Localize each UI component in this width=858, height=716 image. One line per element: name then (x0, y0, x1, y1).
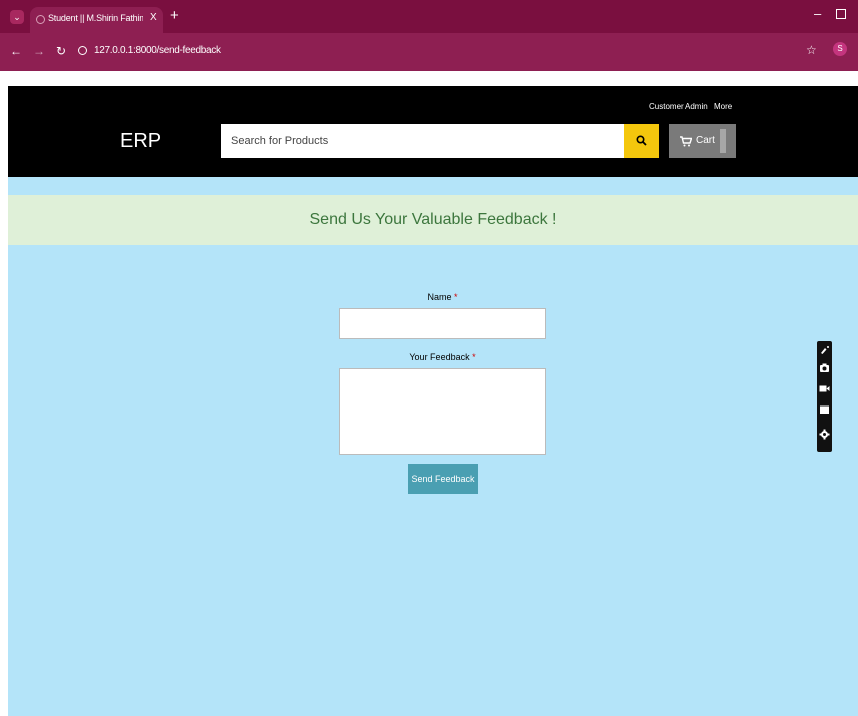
minimize-icon[interactable]: – (814, 6, 821, 21)
bookmark-star-icon[interactable]: ☆ (806, 43, 817, 57)
address-bar[interactable]: 127.0.0.1:8000/send-feedback (94, 45, 221, 56)
feedback-textarea[interactable] (339, 368, 546, 455)
reload-icon[interactable]: ↻ (56, 44, 66, 58)
forward-icon[interactable]: → (33, 44, 45, 58)
browser-tab[interactable]: Student || M.Shirin Fathima Scr X (30, 7, 163, 33)
tab-title: Student || M.Shirin Fathima Scr (48, 13, 143, 23)
search-input[interactable] (221, 124, 624, 158)
side-toolbar (817, 341, 832, 452)
restore-icon[interactable] (836, 9, 846, 19)
video-icon[interactable] (819, 383, 830, 394)
search-button[interactable] (624, 124, 659, 158)
brush-icon[interactable] (819, 344, 830, 355)
cart-icon (680, 136, 692, 147)
site-info-icon[interactable] (78, 46, 87, 55)
cart-count-badge (720, 129, 726, 153)
name-input[interactable] (339, 308, 546, 339)
send-feedback-button[interactable]: Send Feedback (408, 464, 478, 494)
tab-close-icon[interactable]: X (150, 12, 157, 23)
required-marker: * (472, 352, 476, 362)
nav-link-more[interactable]: More (714, 102, 732, 111)
nav-link-customer[interactable]: Customer (649, 102, 684, 111)
page-title: Send Us Your Valuable Feedback ! (309, 211, 557, 228)
nav-link-admin[interactable]: Admin (685, 102, 708, 111)
profile-avatar[interactable]: S (833, 42, 847, 56)
feedback-label-text: Your Feedback (409, 352, 470, 362)
cart-button[interactable]: Cart (669, 124, 736, 158)
required-marker: * (454, 292, 458, 302)
window-icon[interactable] (819, 404, 830, 415)
tab-search-icon[interactable]: ⌄ (10, 10, 24, 24)
feedback-banner: Send Us Your Valuable Feedback ! (8, 195, 858, 245)
back-icon[interactable]: ← (10, 44, 22, 58)
name-label: Name * (339, 292, 546, 302)
camera-icon[interactable] (819, 362, 830, 373)
tab-favicon-icon (36, 15, 45, 24)
cart-label: Cart (696, 135, 715, 146)
gear-icon[interactable] (819, 429, 830, 440)
site-header: Customer Admin More ERP Cart (8, 86, 858, 177)
feedback-label: Your Feedback * (339, 352, 546, 362)
search-icon (636, 135, 647, 146)
browser-tab-bar: ⌄ Student || M.Shirin Fathima Scr X + – (0, 0, 858, 33)
new-tab-button[interactable]: + (170, 7, 179, 24)
browser-toolbar: ← → ↻ 127.0.0.1:8000/send-feedback ☆ S (0, 33, 858, 71)
name-label-text: Name (427, 292, 452, 302)
site-logo[interactable]: ERP (120, 130, 161, 153)
